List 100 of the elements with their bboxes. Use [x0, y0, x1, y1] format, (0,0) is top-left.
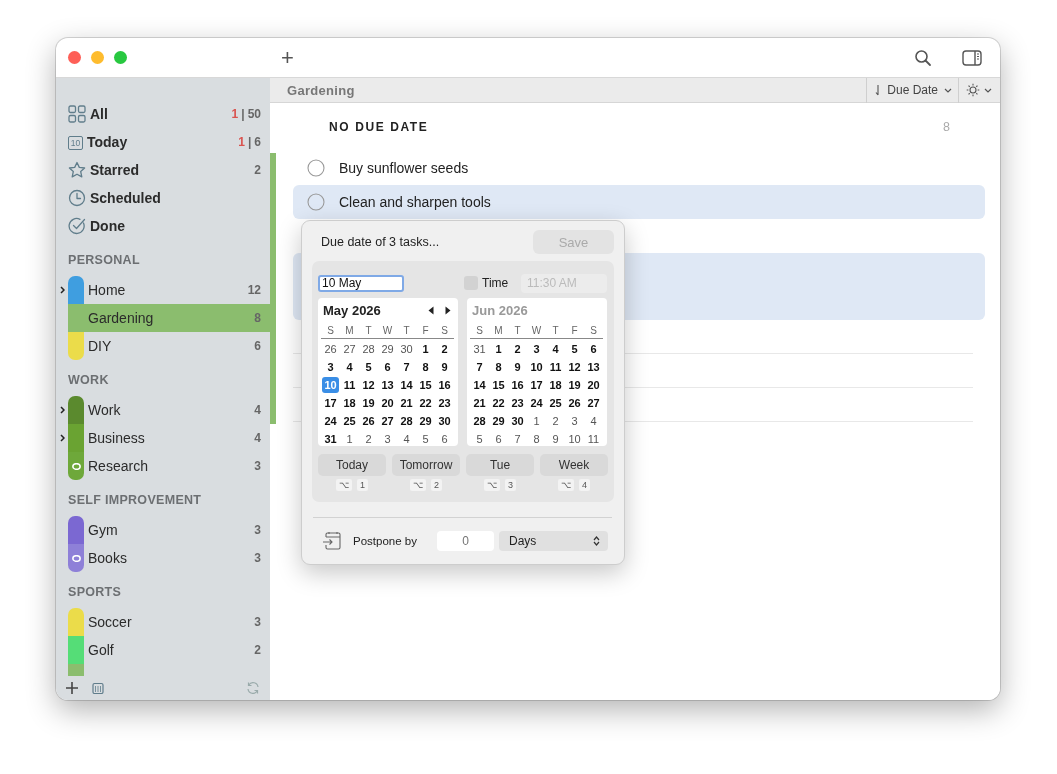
calendar-day[interactable]: 16 [509, 377, 526, 393]
checkbox-circle-icon[interactable] [307, 159, 325, 177]
calendar-day[interactable]: 11 [547, 359, 564, 375]
calendar-day[interactable]: 17 [322, 395, 339, 411]
calendar-day[interactable]: 12 [566, 359, 583, 375]
calendar-day[interactable]: 17 [528, 377, 545, 393]
calendar-day[interactable]: 29 [417, 413, 434, 429]
sidebar-item[interactable]: Done [56, 212, 270, 240]
window-control-button[interactable] [91, 51, 104, 64]
calendar-day[interactable]: 21 [471, 395, 488, 411]
calendar-day[interactable]: 29 [490, 413, 507, 429]
sidebar-item[interactable]: 10 Today 1 | 6 [56, 128, 270, 156]
calendar-day[interactable]: 3 [379, 431, 396, 447]
quick-date-button[interactable]: Today [318, 454, 386, 476]
calendar-day[interactable]: 3 [322, 359, 339, 375]
window-control-button[interactable] [68, 51, 81, 64]
calendar-day[interactable]: 8 [417, 359, 434, 375]
calendar-day[interactable]: 11 [585, 431, 602, 447]
calendar-day[interactable]: 1 [528, 413, 545, 429]
calendar-day[interactable]: 8 [490, 359, 507, 375]
calendar-day[interactable]: 26 [360, 413, 377, 429]
calendar-day[interactable]: 23 [436, 395, 453, 411]
calendar-day[interactable]: 14 [398, 377, 415, 393]
calendar-day[interactable]: 20 [585, 377, 602, 393]
calendar-day[interactable]: 25 [341, 413, 358, 429]
calendar-day[interactable]: 2 [509, 341, 526, 357]
calendar-day[interactable]: 14 [471, 377, 488, 393]
calendar-day[interactable]: 4 [585, 413, 602, 429]
calendar-day[interactable]: 25 [547, 395, 564, 411]
sidebar-item[interactable]: Gym 3 [68, 516, 270, 544]
calendar-day[interactable]: 2 [547, 413, 564, 429]
calendar-day[interactable]: 6 [436, 431, 453, 447]
calendar-day[interactable]: 6 [379, 359, 396, 375]
calendar-day[interactable]: 7 [509, 431, 526, 447]
add-icon[interactable] [66, 682, 78, 694]
calendar-day[interactable]: 28 [398, 413, 415, 429]
calendar-day[interactable]: 27 [585, 395, 602, 411]
calendar-day[interactable]: 3 [528, 341, 545, 357]
calendar-day[interactable]: 30 [398, 341, 415, 357]
calendar-day[interactable]: 7 [471, 359, 488, 375]
calendar-day[interactable]: 19 [360, 395, 377, 411]
calendar-day[interactable]: 30 [436, 413, 453, 429]
chevron-right-icon[interactable] [59, 286, 65, 294]
calendar-day[interactable]: 15 [490, 377, 507, 393]
calendar-day[interactable]: 11 [341, 377, 358, 393]
calendar-day[interactable]: 5 [417, 431, 434, 447]
sort-button[interactable]: Due Date [866, 77, 958, 103]
calendar-day[interactable]: 18 [547, 377, 564, 393]
calendar-day[interactable]: 24 [322, 413, 339, 429]
task-row[interactable]: Buy sunflower seeds [293, 151, 985, 185]
calendar-day[interactable]: 31 [471, 341, 488, 357]
calendar-day[interactable]: 10 [528, 359, 545, 375]
sidebar-item[interactable]: Business 4 [68, 424, 270, 452]
checkbox-circle-icon[interactable] [307, 193, 325, 211]
calendar-day[interactable]: 4 [547, 341, 564, 357]
calendar-day[interactable]: 9 [436, 359, 453, 375]
sidebar-item[interactable]: Books 3 [68, 544, 270, 572]
calendar-day[interactable]: 31 [322, 431, 339, 447]
calendar-day[interactable]: 29 [379, 341, 396, 357]
calendar-day[interactable]: 5 [566, 341, 583, 357]
sidebar-item[interactable]: Home 12 [68, 276, 270, 304]
postpone-field[interactable]: 0 [437, 531, 494, 551]
calendar-day[interactable]: 6 [585, 341, 602, 357]
sidebar-item[interactable]: Scheduled [56, 184, 270, 212]
sidebar-item[interactable]: Research 3 [68, 452, 270, 480]
calendar-day[interactable]: 3 [566, 413, 583, 429]
calendar-day[interactable]: 10 [566, 431, 583, 447]
calendar-day[interactable]: 24 [528, 395, 545, 411]
calendar-day[interactable]: 7 [398, 359, 415, 375]
calendar-day[interactable]: 8 [528, 431, 545, 447]
sidebar-toggle-icon[interactable] [962, 49, 982, 66]
task-row[interactable]: Clean and sharpen tools [293, 185, 985, 219]
calendar-day[interactable]: 5 [471, 431, 488, 447]
sync-icon[interactable] [246, 681, 260, 695]
calendar-day[interactable]: 4 [341, 359, 358, 375]
calendar-day[interactable]: 1 [341, 431, 358, 447]
calendar-day[interactable]: 23 [509, 395, 526, 411]
calendar-day[interactable]: 2 [436, 341, 453, 357]
sidebar-item[interactable]: All 1 | 50 [56, 100, 270, 128]
chevron-right-icon[interactable] [59, 406, 65, 414]
calendar-day[interactable]: 12 [360, 377, 377, 393]
sidebar-item[interactable]: Work 4 [68, 396, 270, 424]
calendar-day[interactable]: 22 [490, 395, 507, 411]
calendar-day[interactable]: 6 [490, 431, 507, 447]
calendar-day[interactable]: 9 [547, 431, 564, 447]
date-field[interactable]: 10 May [318, 274, 404, 292]
calendar-day[interactable]: 9 [509, 359, 526, 375]
chevron-right-icon[interactable] [59, 434, 65, 442]
calendar-day[interactable]: 22 [417, 395, 434, 411]
calendar-day[interactable]: 1 [490, 341, 507, 357]
calendar-icon[interactable] [92, 682, 104, 694]
add-button[interactable]: + [281, 46, 294, 69]
search-icon[interactable] [914, 48, 932, 67]
sidebar-item[interactable]: Golf 2 [68, 636, 270, 664]
calendar-day[interactable]: 21 [398, 395, 415, 411]
calendar-day[interactable]: 13 [379, 377, 396, 393]
next-month-icon[interactable] [445, 305, 451, 315]
unit-select[interactable]: Days [499, 531, 608, 551]
calendar-day[interactable]: 30 [509, 413, 526, 429]
calendar-day[interactable]: 15 [417, 377, 434, 393]
